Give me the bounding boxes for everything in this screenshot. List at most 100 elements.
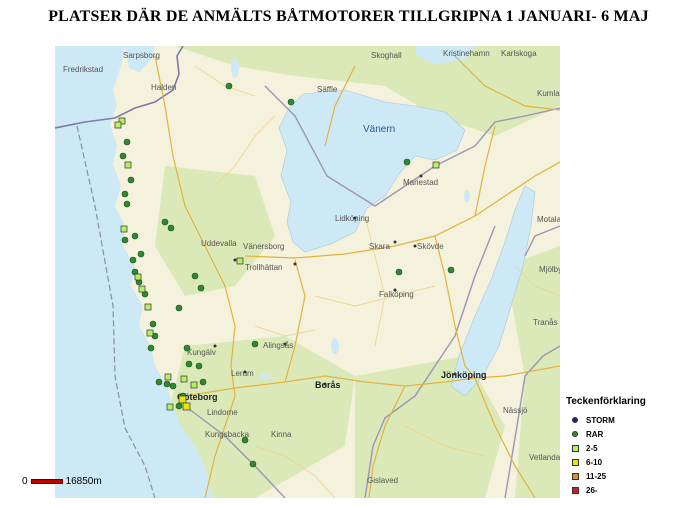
rar-marker[interactable] <box>147 344 155 352</box>
rar-marker[interactable] <box>197 284 205 292</box>
count-2-5-marker[interactable] <box>146 329 154 337</box>
rar-marker[interactable] <box>403 158 411 166</box>
legend-label: RAR <box>586 429 604 439</box>
place-label: Skoghall <box>371 51 402 60</box>
legend-item-26: 26- <box>566 483 694 497</box>
place-label: Borås <box>315 380 341 390</box>
place-label: Vänersborg <box>243 242 284 251</box>
count-2-5-marker[interactable] <box>166 403 174 411</box>
scale-start: 0 <box>22 476 28 487</box>
map-title: PLATSER DÄR DE ANMÄLTS BÅTMOTORER TILLGR… <box>48 8 649 25</box>
rar-marker[interactable] <box>149 320 157 328</box>
place-label: Trollhättan <box>245 263 283 272</box>
rar-marker[interactable] <box>183 344 191 352</box>
rar-marker[interactable] <box>241 436 249 444</box>
rar-marker[interactable] <box>129 256 137 264</box>
legend-item-storm: STORM <box>566 413 694 427</box>
square-26-icon <box>571 486 579 494</box>
count-6-10-marker[interactable] <box>178 395 187 404</box>
square-11-25-icon <box>571 472 579 480</box>
legend-item-2-5: 2-5 <box>566 441 694 455</box>
count-2-5-marker[interactable] <box>124 161 132 169</box>
place-label: Vänern <box>363 124 395 135</box>
legend-item-rar: RAR <box>566 427 694 441</box>
rar-marker[interactable] <box>249 460 257 468</box>
square-2-5-icon <box>571 444 579 452</box>
map-view[interactable]: Fredrikstad Sarpsborg Halden Säffle Skog… <box>55 46 560 498</box>
rar-marker[interactable] <box>185 360 193 368</box>
count-2-5-marker[interactable] <box>236 257 244 265</box>
rar-marker[interactable] <box>161 218 169 226</box>
place-label: Säffle <box>317 85 338 94</box>
legend-label: STORM <box>586 415 615 425</box>
legend-title: Teckenförklaring <box>566 396 646 407</box>
storm-dot-icon <box>572 417 578 423</box>
rar-marker[interactable] <box>119 152 127 160</box>
place-label: Motala <box>537 215 560 224</box>
scale-end: 16850m <box>65 476 102 487</box>
place-label: Skövde <box>417 242 444 251</box>
place-label: Karlskoga <box>501 49 537 58</box>
rar-marker[interactable] <box>121 190 129 198</box>
rar-marker[interactable] <box>121 236 129 244</box>
rar-marker[interactable] <box>175 304 183 312</box>
rar-marker[interactable] <box>287 98 295 106</box>
place-label: Lidköping <box>335 214 369 223</box>
rar-marker[interactable] <box>167 224 175 232</box>
legend-label: 6-10 <box>586 457 603 467</box>
place-label: Gislaved <box>367 476 398 485</box>
map-canvas[interactable]: Fredrikstad Sarpsborg Halden Säffle Skog… <box>55 46 560 498</box>
rar-marker[interactable] <box>163 380 171 388</box>
rar-marker[interactable] <box>169 382 177 390</box>
place-label: Kumla <box>537 89 560 98</box>
legend: Teckenförklaring STORM RAR 2-5 6-10 11-2… <box>566 396 694 497</box>
count-2-5-marker[interactable] <box>432 161 440 169</box>
legend-label: 26- <box>586 485 598 495</box>
legend-item-11-25: 11-25 <box>566 469 694 483</box>
count-2-5-marker[interactable] <box>144 303 152 311</box>
count-2-5-marker[interactable] <box>114 121 122 129</box>
legend-label: 2-5 <box>586 443 598 453</box>
place-label: Alingsås <box>263 341 293 350</box>
place-label: Fredrikstad <box>63 65 103 74</box>
place-label: Mjölby <box>539 265 560 274</box>
place-label: Nässjö <box>503 406 528 415</box>
rar-marker[interactable] <box>137 250 145 258</box>
place-label: Kinna <box>271 430 292 439</box>
place-label: Vetlanda <box>529 453 560 462</box>
rar-marker[interactable] <box>175 402 183 410</box>
count-2-5-marker[interactable] <box>164 373 172 381</box>
rar-marker[interactable] <box>127 176 135 184</box>
place-label: Skara <box>369 242 390 251</box>
place-label: Lindome <box>207 408 238 417</box>
rar-marker[interactable] <box>123 200 131 208</box>
place-label: Mariestad <box>403 178 438 187</box>
legend-item-6-10: 6-10 <box>566 455 694 469</box>
scale-bar: 0 16850m <box>22 476 102 487</box>
rar-marker[interactable] <box>199 378 207 386</box>
rar-marker[interactable] <box>191 272 199 280</box>
place-label: Halden <box>151 83 176 92</box>
place-label: Uddevalla <box>201 239 237 248</box>
square-6-10-icon <box>571 458 579 466</box>
rar-marker[interactable] <box>225 82 233 90</box>
place-label: Tranås <box>533 318 558 327</box>
count-6-10-marker[interactable] <box>182 402 191 411</box>
place-label: Falköping <box>379 290 414 299</box>
rar-marker[interactable] <box>251 340 259 348</box>
rar-marker[interactable] <box>395 268 403 276</box>
count-2-5-marker[interactable] <box>120 225 128 233</box>
scale-bar-line <box>30 479 63 484</box>
rar-marker[interactable] <box>155 378 163 386</box>
legend-label: 11-25 <box>586 471 607 481</box>
rar-marker[interactable] <box>447 266 455 274</box>
count-2-5-marker[interactable] <box>134 273 142 281</box>
rar-dot-icon <box>572 431 578 437</box>
rar-marker[interactable] <box>131 232 139 240</box>
place-label: Sarpsborg <box>123 51 160 60</box>
count-2-5-marker[interactable] <box>180 375 188 383</box>
count-2-5-marker[interactable] <box>190 381 198 389</box>
rar-marker[interactable] <box>195 362 203 370</box>
rar-marker[interactable] <box>123 138 131 146</box>
count-2-5-marker[interactable] <box>138 285 146 293</box>
